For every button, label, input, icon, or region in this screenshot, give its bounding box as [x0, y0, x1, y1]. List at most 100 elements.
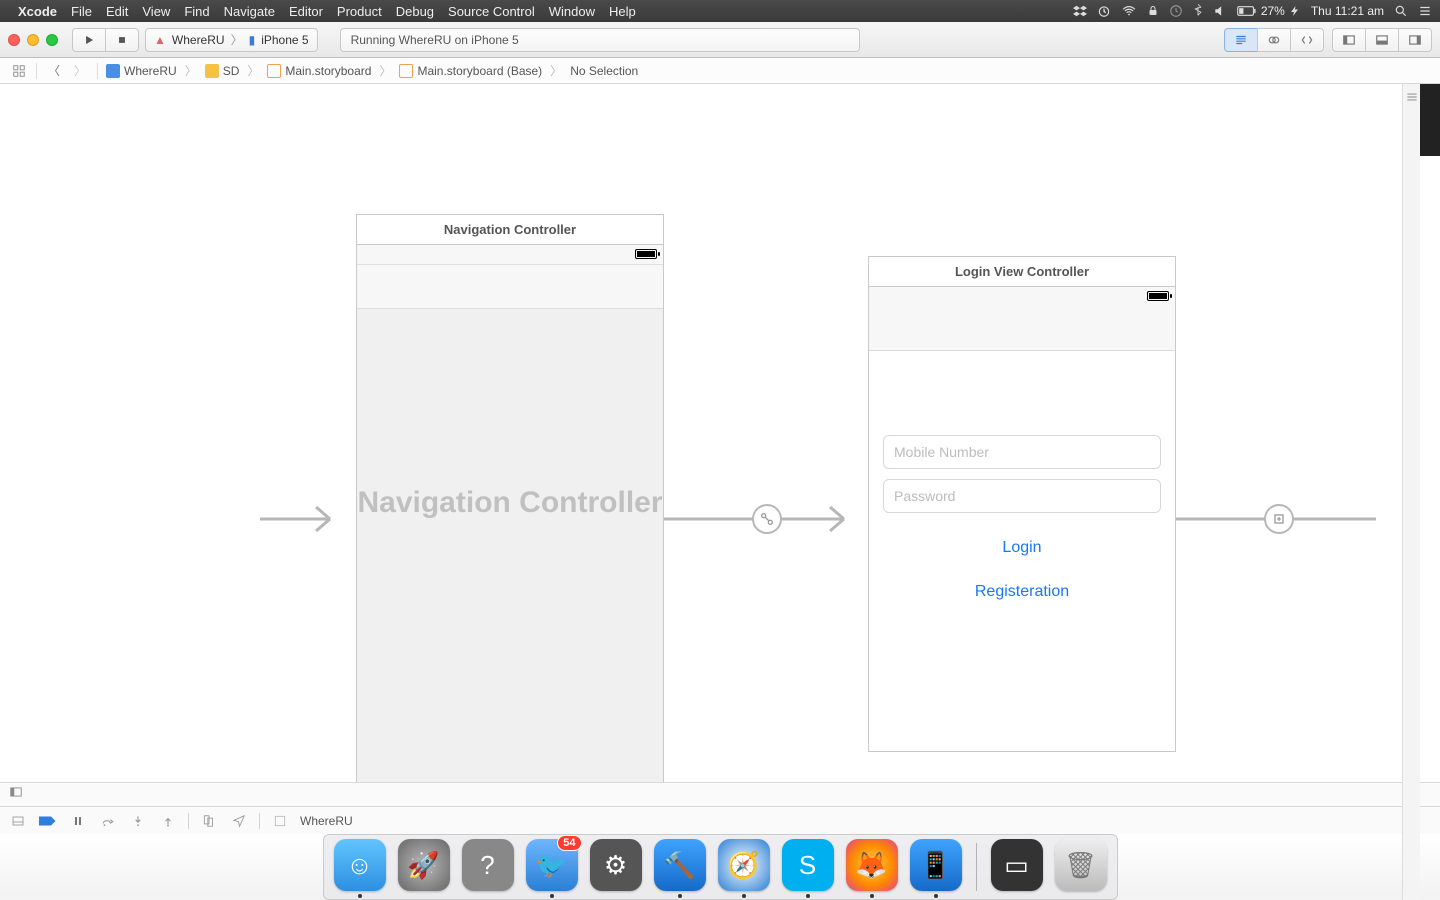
menubar-status-area: 27% Thu 11:21 am	[1073, 4, 1432, 18]
login-view-controller-scene[interactable]: Login View Controller Login Registeratio…	[868, 256, 1176, 752]
registration-button[interactable]: Registeration	[975, 583, 1069, 601]
menu-window[interactable]: Window	[549, 4, 595, 19]
login-view[interactable]: Login Registeration	[869, 351, 1175, 751]
step-over-button[interactable]	[98, 812, 118, 830]
macos-menubar: Xcode File Edit View Find Navigate Edito…	[0, 0, 1440, 22]
crumb-selection[interactable]: No Selection	[568, 64, 640, 78]
minimize-window-button[interactable]	[27, 34, 39, 46]
battery-status-icon[interactable]: 27%	[1237, 4, 1301, 18]
nav-bar[interactable]	[357, 265, 663, 309]
dock-firefox[interactable]: 🦊	[846, 839, 898, 891]
activity-text: Running WhereRU on iPhone 5	[351, 33, 519, 47]
related-items-button[interactable]	[8, 62, 30, 80]
crumb-project[interactable]: WhereRU	[104, 64, 179, 78]
active-app-name[interactable]: Xcode	[18, 4, 57, 19]
spotlight-icon[interactable]	[1394, 4, 1408, 18]
login-nav-bar[interactable]	[869, 287, 1175, 351]
menu-view[interactable]: View	[142, 4, 170, 19]
debug-bar: WhereRU	[0, 806, 1440, 834]
scheme-device-label: iPhone 5	[261, 33, 308, 47]
wifi-icon[interactable]	[1121, 4, 1137, 18]
standard-editor-button[interactable]	[1224, 28, 1258, 52]
battery-icon	[635, 249, 657, 259]
login-scene-title[interactable]: Login View Controller	[869, 257, 1175, 287]
location-button[interactable]	[229, 812, 249, 830]
timer-icon[interactable]	[1097, 4, 1111, 18]
run-button[interactable]	[72, 28, 106, 52]
initial-scene-arrow-icon	[260, 502, 356, 536]
nav-placeholder-label: Navigation Controller	[357, 486, 662, 520]
version-editor-button[interactable]	[1290, 28, 1324, 52]
forward-button[interactable]: 〉	[69, 62, 91, 80]
canvas-bottom-toolbar	[0, 782, 1440, 806]
hamburger-icon[interactable]	[1405, 90, 1419, 900]
dock-settings[interactable]: ⚙	[590, 839, 642, 891]
crumb-folder[interactable]: SD	[203, 64, 242, 78]
panel-toggle-group	[1332, 28, 1432, 52]
breakpoints-button[interactable]	[38, 812, 58, 830]
process-icon	[270, 812, 290, 830]
back-button[interactable]: 〈	[43, 62, 65, 80]
lock-icon[interactable]	[1147, 4, 1159, 18]
login-button[interactable]: Login	[1002, 539, 1041, 557]
toggle-navigator-button[interactable]	[1332, 28, 1366, 52]
close-window-button[interactable]	[8, 34, 20, 46]
dropbox-icon[interactable]	[1073, 4, 1087, 18]
volume-icon[interactable]	[1213, 4, 1227, 18]
zoom-window-button[interactable]	[46, 34, 58, 46]
clock-label[interactable]: Thu 11:21 am	[1311, 4, 1384, 18]
password-field[interactable]	[883, 479, 1161, 513]
bluetooth-icon[interactable]	[1193, 4, 1203, 18]
toggle-utilities-button[interactable]	[1398, 28, 1432, 52]
menu-debug[interactable]: Debug	[396, 4, 434, 19]
step-into-button[interactable]	[128, 812, 148, 830]
menu-help[interactable]: Help	[609, 4, 636, 19]
right-rail	[1402, 84, 1420, 900]
dock-skype[interactable]: S	[782, 839, 834, 891]
toggle-debug-area-button[interactable]	[1365, 28, 1399, 52]
notification-center-icon[interactable]	[1418, 4, 1432, 18]
pause-button[interactable]	[68, 812, 88, 830]
scheme-target-label: WhereRU	[172, 33, 225, 47]
battery-icon	[1147, 291, 1169, 301]
menu-edit[interactable]: Edit	[106, 4, 128, 19]
stop-button[interactable]	[105, 28, 139, 52]
device-icon: ▮	[249, 33, 256, 47]
menu-editor[interactable]: Editor	[289, 4, 323, 19]
mail-badge: 54	[557, 835, 581, 851]
process-label[interactable]: WhereRU	[300, 814, 353, 828]
dock-launchpad[interactable]: 🚀	[398, 839, 450, 891]
dock-safari[interactable]: 🧭	[718, 839, 770, 891]
view-debug-button[interactable]	[199, 812, 219, 830]
nav-status-bar	[357, 245, 663, 265]
project-icon	[106, 64, 120, 78]
navigation-controller-scene[interactable]: Navigation Controller Navigation Control…	[356, 214, 664, 782]
menu-find[interactable]: Find	[184, 4, 209, 19]
assistant-editor-button[interactable]	[1257, 28, 1291, 52]
push-segue-icon[interactable]	[1264, 504, 1294, 534]
storyboard-canvas[interactable]: Navigation Controller Navigation Control…	[0, 84, 1440, 782]
app-target-icon: ▲	[154, 33, 166, 47]
timemachine-icon[interactable]	[1169, 4, 1183, 18]
hide-debug-button[interactable]	[8, 812, 28, 830]
dock-finder[interactable]: ☺	[334, 839, 386, 891]
dock-xcode[interactable]: 🔨	[654, 839, 706, 891]
dock-minimized-window[interactable]: ▭	[991, 839, 1043, 891]
scheme-selector[interactable]: ▲ WhereRU 〉 ▮ iPhone 5	[145, 28, 318, 52]
dock-simulator[interactable]: 📱	[910, 839, 962, 891]
menu-navigate[interactable]: Navigate	[224, 4, 275, 19]
crumb-storyboard-base[interactable]: Main.storyboard (Base)	[397, 64, 544, 78]
toggle-outline-button[interactable]	[8, 785, 24, 804]
dock-mail[interactable]: 🐦54	[526, 839, 578, 891]
step-out-button[interactable]	[158, 812, 178, 830]
dock-help[interactable]: ?	[462, 839, 514, 891]
menu-source-control[interactable]: Source Control	[448, 4, 535, 19]
offscreen-window-peek[interactable]	[1420, 84, 1440, 156]
menu-product[interactable]: Product	[337, 4, 382, 19]
nav-scene-title[interactable]: Navigation Controller	[357, 215, 663, 245]
crumb-storyboard[interactable]: Main.storyboard	[265, 64, 373, 78]
dock-trash[interactable]: 🗑	[1055, 839, 1107, 891]
mobile-number-field[interactable]	[883, 435, 1161, 469]
menu-file[interactable]: File	[71, 4, 92, 19]
root-segue-icon[interactable]	[752, 504, 782, 534]
